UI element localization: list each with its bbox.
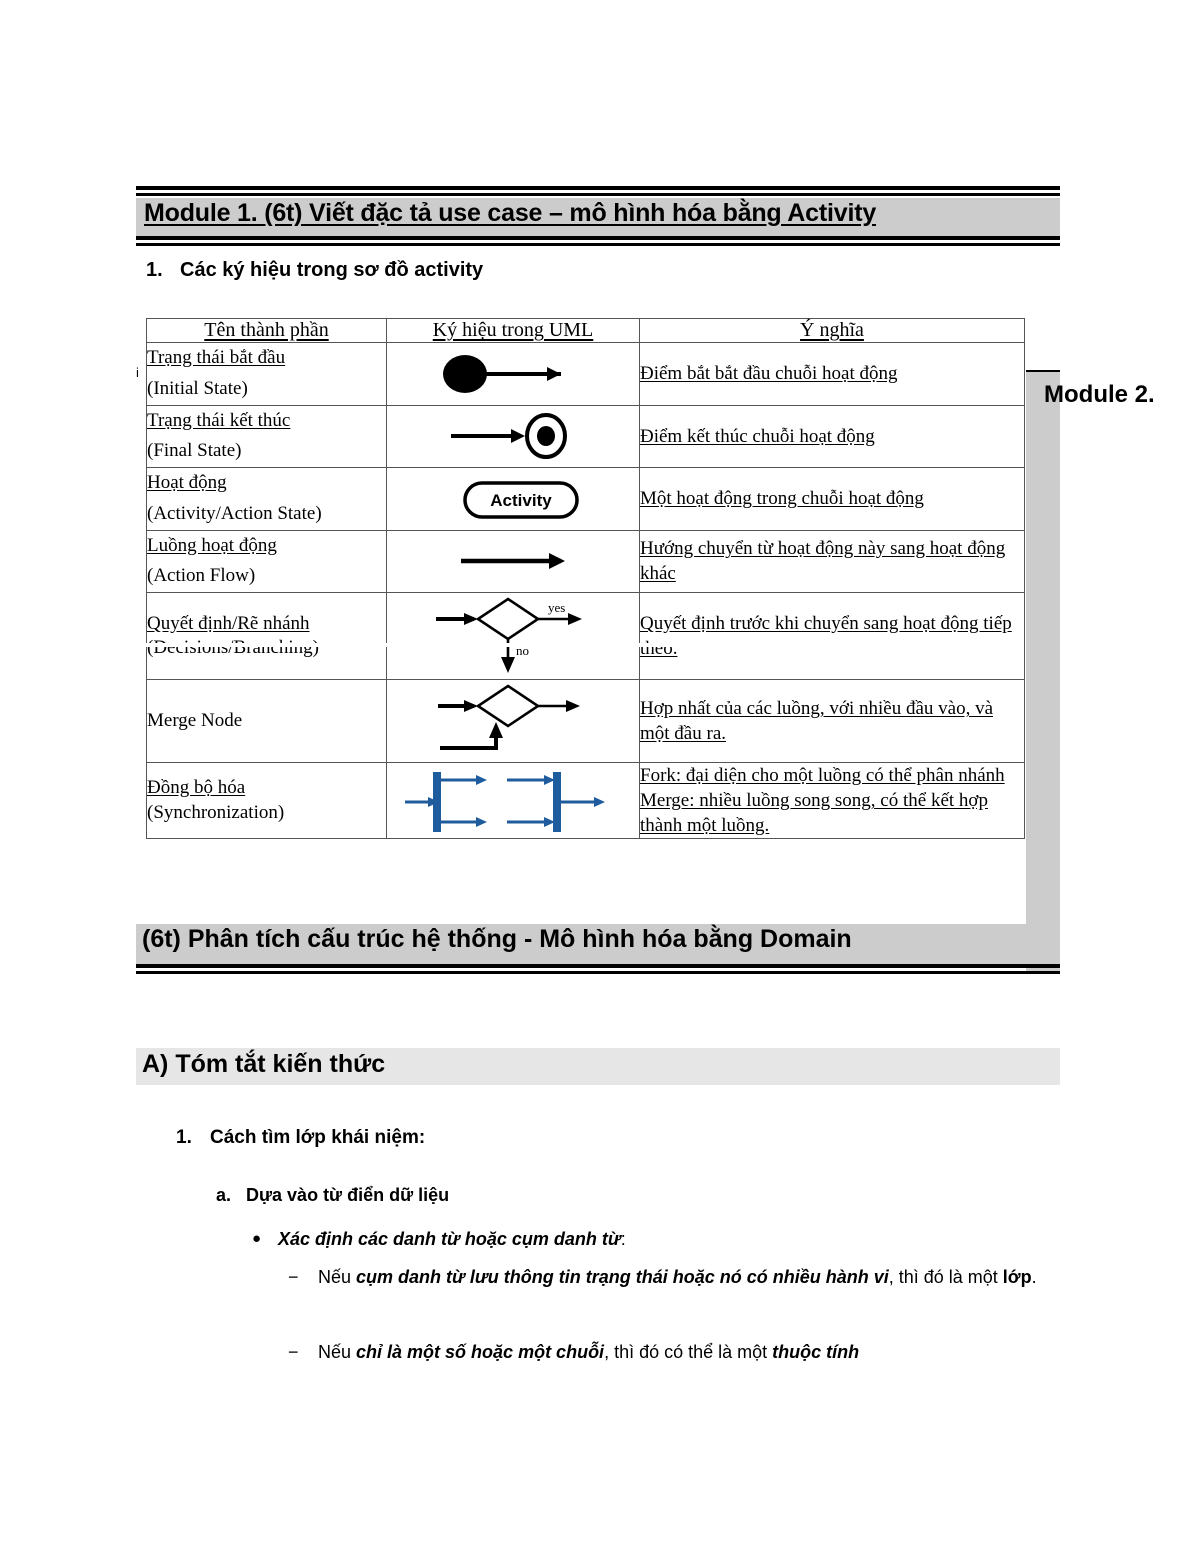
cell-name-final-state: Trạng thái kết thúc (Final State) [146, 404, 387, 469]
dash-item-1: − Nếu cụm danh từ lưu thông tin trạng th… [288, 1262, 1078, 1294]
list-item-a: a. Dựa vào từ điển dữ liệu [216, 1185, 449, 1206]
list-item-1: 1. Cách tìm lớp khái niệm: [176, 1127, 425, 1149]
activity-symbol-label: Activity [490, 491, 552, 510]
dash1-part4: lớp [1002, 1267, 1032, 1287]
table-row: Luồng hoạt động (Action Flow) Hướng chuy… [146, 529, 1025, 594]
stray-character-artifact: i [136, 365, 139, 380]
cell-symbol-merge-node [386, 679, 640, 764]
cell-name-synchronization: Đồng bộ hóa (Synchronization) [146, 762, 387, 840]
bullet-item-1-emphasis: Xác định các danh từ hoặc cụm danh từ [278, 1229, 621, 1249]
cell-name-decision: Quyết định/Rẽ nhánh (Decisions/Branching… [146, 592, 387, 681]
table-row: Trạng thái bắt đầu (Initial State) Điểm … [146, 342, 1025, 406]
table-row: Hoạt động (Activity/Action State) Activi… [146, 467, 1025, 531]
dash2-part2: chỉ là một số hoặc một chuỗi [356, 1342, 605, 1362]
cell-symbol-initial-state [386, 342, 640, 406]
cell-meaning-action-flow: Hướng chuyển từ hoạt động này sang hoạt … [639, 529, 1025, 594]
module1-banner-rule-top2 [136, 193, 1060, 196]
cell-symbol-decision: yes no [386, 592, 640, 681]
module1-banner-rule-bottom2 [136, 243, 1060, 246]
column-header-meaning: Ý nghĩa [639, 318, 1025, 343]
module1-banner-rule-top [136, 186, 1060, 190]
module1b-banner-rule-bottom [136, 964, 1060, 968]
cell-name-action-flow: Luồng hoạt động (Action Flow) [146, 529, 387, 594]
module2-title: Module 2. [1044, 381, 1155, 408]
decision-node-symbol: yes no [436, 597, 582, 674]
cell-name-merge-node: Merge Node [146, 679, 387, 764]
dash1-part5: . [1031, 1267, 1037, 1287]
cell-meaning-decision: Quyết định trước khi chuyển sang hoạt độ… [639, 592, 1025, 681]
cell-meaning-synchronization: Fork: đại diện cho một luồng có thể phân… [639, 762, 1025, 840]
module1-banner-rule-bottom [136, 236, 1060, 240]
final-state-symbol [451, 413, 567, 460]
synchronization-symbol [405, 771, 605, 832]
decision-label-yes: yes [548, 600, 565, 615]
list-item-1-marker: 1. [176, 1127, 192, 1148]
cell-meaning-merge-node: Hợp nhất của các luồng, với nhiều đầu và… [639, 679, 1025, 764]
table-row: Đồng bộ hóa (Synchronization) Fork: đại … [146, 762, 1025, 840]
cell-name-activity-state: Hoạt động (Activity/Action State) [146, 467, 387, 531]
dash-marker-icon: − [288, 1267, 299, 1287]
cell-meaning-activity-state: Một hoạt động trong chuỗi hoạt động [639, 467, 1025, 531]
table-row: Trạng thái kết thúc (Final State) Điểm k… [146, 404, 1025, 469]
column-header-symbol: Ký hiệu trong UML [386, 318, 640, 343]
module1-title: Module 1. (6t) Viết đặc tả use case – mô… [144, 199, 877, 227]
dash-marker-icon-2: − [288, 1342, 299, 1362]
dash2-part1: Nếu [318, 1342, 357, 1362]
initial-state-symbol [443, 354, 561, 393]
module2-banner-strip [1026, 372, 1060, 972]
activity-symbol-table: Tên thành phần Ký hiệu trong UML Ý nghĩa… [146, 318, 1025, 840]
table-header-row: Tên thành phần Ký hiệu trong UML Ý nghĩa [146, 318, 1025, 343]
section1-number: 1. [146, 259, 163, 281]
dash-item-1-body: Nếu cụm danh từ lưu thông tin trạng thái… [318, 1262, 1078, 1294]
dash1-part3: , thì đó là một [888, 1267, 1003, 1287]
cell-name-initial-state: Trạng thái bắt đầu (Initial State) [146, 342, 387, 406]
dash-item-2-body: Nếu chỉ là một số hoặc một chuỗi, thì đó… [318, 1337, 1078, 1369]
bullet-item-1-suffix: : [620, 1229, 626, 1249]
list-item-1-text: Cách tìm lớp khái niệm: [210, 1127, 426, 1148]
cell-symbol-action-flow [386, 529, 640, 594]
column-header-name: Tên thành phần [146, 318, 387, 343]
dash1-part2: cụm danh từ lưu thông tin trạng thái hoặ… [356, 1267, 889, 1287]
bullet-item-1: ● Xác định các danh từ hoặc cụm danh từ: [252, 1229, 626, 1250]
dash1-part1: Nếu [318, 1267, 357, 1287]
table-section-split [146, 643, 1024, 647]
dash2-part4: thuộc tính [772, 1342, 860, 1362]
table-row: Merge Node Hợp nhất của các luồng, với n… [146, 679, 1025, 764]
module1b-banner-rule-bottom2 [136, 971, 1060, 974]
table-row: Quyết định/Rẽ nhánh (Decisions/Branching… [146, 592, 1025, 681]
section1-heading: 1. Các ký hiệu trong sơ đồ activity [146, 259, 483, 282]
section1-title: Các ký hiệu trong sơ đồ activity [180, 259, 484, 281]
cell-meaning-initial-state: Điểm bắt bắt đầu chuỗi hoạt động [639, 342, 1025, 406]
bullet-dot-icon: ● [252, 1230, 262, 1247]
dash-item-2: − Nếu chỉ là một số hoặc một chuỗi, thì … [288, 1337, 1078, 1369]
cell-symbol-final-state [386, 404, 640, 469]
cell-symbol-synchronization [386, 762, 640, 840]
merge-node-symbol [438, 684, 580, 751]
cell-meaning-final-state: Điểm kết thúc chuỗi hoạt động [639, 404, 1025, 469]
dash2-part3: , thì đó có thể là một [604, 1342, 773, 1362]
cell-symbol-activity-state: Activity [386, 467, 640, 531]
activity-state-symbol: Activity [463, 481, 579, 519]
sectionA-title: A) Tóm tắt kiến thức [142, 1050, 386, 1078]
action-flow-symbol [461, 553, 565, 570]
module1b-title: (6t) Phân tích cấu trúc hệ thống - Mô hì… [142, 925, 852, 953]
list-item-a-text: Dựa vào từ điển dữ liệu [246, 1185, 450, 1205]
list-item-a-marker: a. [216, 1185, 232, 1205]
